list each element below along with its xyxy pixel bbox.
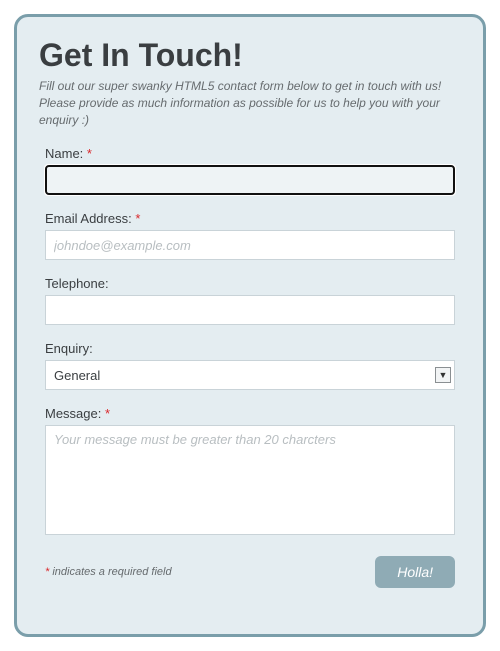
- required-note: * indicates a required field: [45, 566, 172, 578]
- required-mark: *: [135, 211, 140, 226]
- telephone-input[interactable]: [45, 295, 455, 325]
- field-group-enquiry: Enquiry: General ▼: [39, 341, 461, 390]
- message-label-text: Message:: [45, 406, 101, 421]
- field-group-name: Name: *: [39, 146, 461, 195]
- field-group-email: Email Address: *: [39, 211, 461, 260]
- email-label: Email Address: *: [45, 211, 455, 226]
- message-label: Message: *: [45, 406, 455, 421]
- email-input[interactable]: [45, 230, 455, 260]
- message-textarea[interactable]: [45, 425, 455, 535]
- form-footer: * indicates a required field Holla!: [39, 556, 461, 588]
- name-label: Name: *: [45, 146, 455, 161]
- submit-button[interactable]: Holla!: [375, 556, 455, 588]
- form-title: Get In Touch!: [39, 37, 461, 74]
- contact-form-card: Get In Touch! Fill out our super swanky …: [14, 14, 486, 637]
- name-label-text: Name:: [45, 146, 83, 161]
- telephone-label: Telephone:: [45, 276, 455, 291]
- form-subtitle: Fill out our super swanky HTML5 contact …: [39, 78, 461, 128]
- field-group-telephone: Telephone:: [39, 276, 461, 325]
- field-group-message: Message: *: [39, 406, 461, 540]
- required-note-text: indicates a required field: [49, 566, 171, 578]
- enquiry-label: Enquiry:: [45, 341, 455, 356]
- enquiry-select[interactable]: General: [45, 360, 455, 390]
- required-mark: *: [105, 406, 110, 421]
- enquiry-select-wrapper: General ▼: [45, 360, 455, 390]
- email-label-text: Email Address:: [45, 211, 132, 226]
- required-mark: *: [87, 146, 92, 161]
- name-input[interactable]: [45, 165, 455, 195]
